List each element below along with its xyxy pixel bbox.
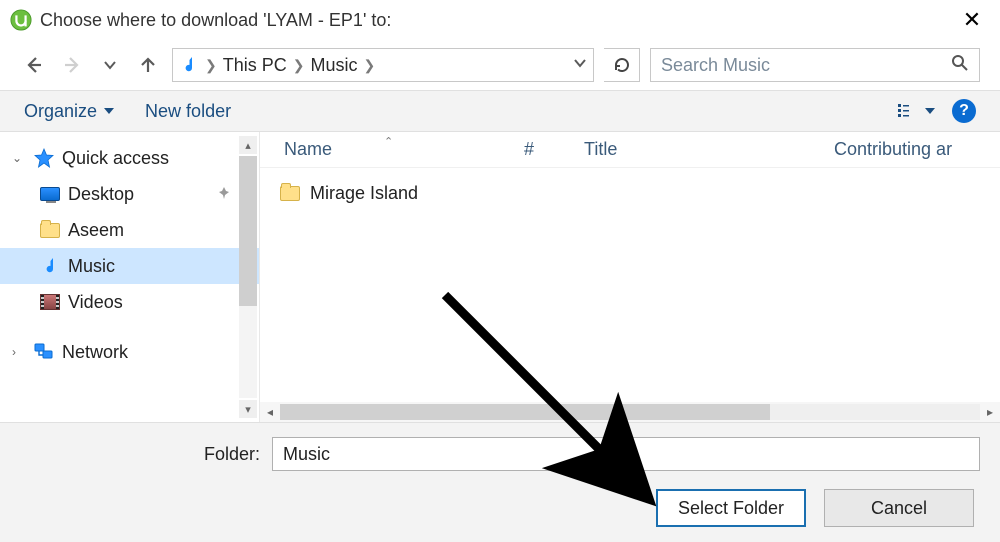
utorrent-icon — [10, 9, 32, 31]
expand-icon[interactable]: › — [12, 345, 26, 359]
nav-row: ❯ This PC ❯ Music ❯ Search Music — [0, 40, 1000, 90]
column-header-number[interactable]: # — [524, 139, 584, 160]
sidebar-item-label: Videos — [68, 292, 123, 313]
recent-dropdown[interactable] — [96, 51, 124, 79]
help-button[interactable]: ? — [952, 99, 976, 123]
titlebar: Choose where to download 'LYAM - EP1' to… — [0, 0, 1000, 40]
breadcrumb-root[interactable]: This PC — [223, 55, 287, 76]
organize-label: Organize — [24, 101, 97, 122]
expand-icon[interactable]: ⌄ — [12, 151, 26, 165]
back-button[interactable] — [20, 51, 48, 79]
main-panel: ⌃ Name # Title Contributing ar Mirage Is… — [260, 132, 1000, 422]
up-button[interactable] — [134, 51, 162, 79]
star-icon — [34, 148, 54, 168]
sidebar-item-music[interactable]: Music — [0, 248, 259, 284]
search-icon — [951, 54, 969, 76]
new-folder-button[interactable]: New folder — [145, 101, 231, 122]
sidebar: ▴ ▾ ⌄ Quick access Desktop Aseem — [0, 132, 260, 422]
sort-ascending-icon: ⌃ — [384, 135, 393, 148]
sidebar-item-label: Desktop — [68, 184, 134, 205]
sidebar-item-label: Aseem — [68, 220, 124, 241]
refresh-button[interactable] — [604, 48, 640, 82]
network-label: Network — [62, 342, 128, 363]
breadcrumb-sep-icon: ❯ — [205, 57, 217, 74]
sidebar-network[interactable]: › Network — [0, 334, 259, 370]
sidebar-item-aseem[interactable]: Aseem — [0, 212, 259, 248]
organize-menu[interactable]: Organize — [24, 101, 115, 122]
video-icon — [40, 294, 60, 310]
music-icon — [40, 256, 60, 276]
breadcrumb-sep-icon: ❯ — [364, 57, 376, 74]
select-folder-button[interactable]: Select Folder — [656, 489, 806, 527]
scroll-left-button[interactable]: ◂ — [260, 405, 280, 419]
sidebar-item-videos[interactable]: Videos — [0, 284, 259, 320]
address-dropdown-icon[interactable] — [573, 56, 587, 74]
folder-icon — [40, 223, 60, 238]
address-bar[interactable]: ❯ This PC ❯ Music ❯ — [172, 48, 594, 82]
search-input[interactable]: Search Music — [650, 48, 980, 82]
breadcrumb-sep-icon: ❯ — [293, 57, 305, 74]
cancel-button[interactable]: Cancel — [824, 489, 974, 527]
column-header-name[interactable]: ⌃ Name — [284, 139, 524, 160]
forward-button[interactable] — [58, 51, 86, 79]
desktop-icon — [40, 187, 60, 201]
file-name: Mirage Island — [310, 183, 418, 204]
folder-name-value: Music — [283, 444, 330, 465]
column-headers: ⌃ Name # Title Contributing ar — [260, 132, 1000, 168]
scroll-up-button[interactable]: ▴ — [239, 136, 257, 154]
window-title: Choose where to download 'LYAM - EP1' to… — [40, 10, 954, 31]
search-placeholder: Search Music — [661, 55, 951, 76]
sidebar-quick-access[interactable]: ⌄ Quick access — [0, 140, 259, 176]
quick-access-label: Quick access — [62, 148, 169, 169]
hscroll-thumb[interactable] — [280, 404, 770, 420]
hscroll-track[interactable] — [280, 404, 980, 420]
column-header-contributing[interactable]: Contributing ar — [834, 139, 1000, 160]
bottom-panel: Folder: Music Select Folder Cancel — [0, 422, 1000, 542]
list-item[interactable]: Mirage Island — [280, 176, 1000, 210]
sidebar-item-desktop[interactable]: Desktop — [0, 176, 259, 212]
scroll-right-button[interactable]: ▸ — [980, 405, 1000, 419]
sidebar-item-label: Music — [68, 256, 115, 277]
folder-label: Folder: — [20, 444, 260, 465]
file-list[interactable]: Mirage Island — [260, 168, 1000, 402]
scroll-down-button[interactable]: ▾ — [239, 400, 257, 418]
folder-name-input[interactable]: Music — [272, 437, 980, 471]
pin-icon — [217, 186, 231, 203]
horizontal-scrollbar[interactable]: ◂ ▸ — [260, 402, 1000, 422]
column-header-title[interactable]: Title — [584, 139, 834, 160]
music-location-icon — [179, 55, 199, 75]
breadcrumb-current[interactable]: Music — [310, 55, 357, 76]
view-options-button[interactable] — [898, 103, 936, 119]
toolbar: Organize New folder ? — [0, 90, 1000, 132]
close-button[interactable]: ✕ — [954, 7, 990, 33]
network-icon — [34, 342, 54, 362]
folder-icon — [280, 186, 300, 201]
sidebar-scrollbar-thumb[interactable] — [239, 156, 257, 306]
